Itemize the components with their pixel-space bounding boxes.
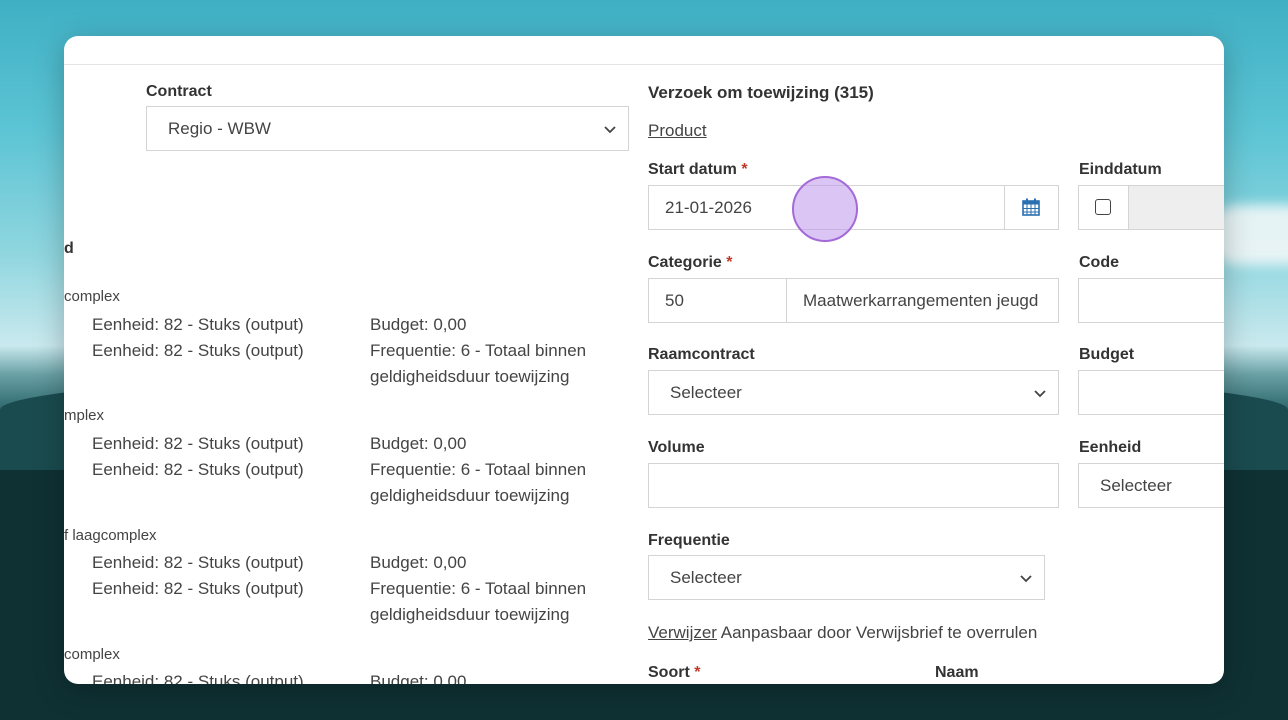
group-row-unit: Eenheid: 82 - Stuks (output): [92, 434, 304, 453]
group-row-detail-cont: geldigheidsduur toewijzing: [370, 367, 570, 386]
group-row-detail: Frequentie: 6 - Totaal binnen: [370, 341, 587, 360]
form-card: Contract Regio - WBW d complex Eenheid: …: [64, 36, 1224, 684]
group-row-unit: Eenheid: 82 - Stuks (output): [92, 315, 304, 334]
required-mark: *: [741, 161, 748, 178]
group-row-unit: Eenheid: 82 - Stuks (output): [92, 579, 304, 598]
group-row-unit: Eenheid: 82 - Stuks (output): [92, 460, 304, 479]
naam-label: Naam: [935, 664, 979, 681]
chevron-down-icon: [1034, 389, 1046, 397]
chevron-down-icon: [604, 125, 616, 133]
contract-label: Contract: [146, 83, 212, 100]
eenheid-label: Eenheid: [1079, 439, 1142, 456]
group-row-unit: Eenheid: 82 - Stuks (output): [92, 341, 304, 360]
raamcontract-select[interactable]: Selecteer: [648, 370, 1059, 415]
click-indicator: [792, 176, 858, 242]
card-divider: [64, 64, 1224, 65]
frequentie-select[interactable]: Selecteer: [648, 555, 1045, 600]
soort-label: Soort *: [648, 664, 701, 681]
frequentie-label: Frequentie: [648, 532, 730, 549]
checkbox-icon[interactable]: [1095, 199, 1111, 215]
group-row-detail: Budget: 0,00: [370, 315, 467, 334]
start-date-value: 21-01-2026: [665, 197, 752, 217]
end-date-group: [1078, 185, 1224, 230]
required-mark: *: [726, 254, 733, 271]
verwijzer-note: Aanpasbaar door Verwijsbrief te overrule…: [720, 623, 1038, 642]
code-input[interactable]: [1078, 278, 1224, 323]
budget-input[interactable]: [1078, 370, 1224, 415]
category-label: Categorie *: [648, 254, 733, 271]
budget-label: Budget: [1079, 346, 1135, 363]
end-date-label: Einddatum: [1079, 161, 1162, 178]
required-mark: *: [694, 664, 701, 681]
group-title: f laagcomplex: [64, 527, 157, 544]
group-row-detail-cont: geldigheidsduur toewijzing: [370, 486, 570, 505]
product-link[interactable]: Product: [648, 121, 707, 141]
chevron-down-icon: [1020, 574, 1032, 582]
group-row-detail: Budget: 0,00: [370, 672, 467, 684]
group-title: complex: [64, 646, 120, 663]
eenheid-select[interactable]: Selecteer: [1078, 463, 1224, 508]
category-name-value: Maatwerkarrangementen jeugd: [803, 290, 1039, 310]
end-date-toggle[interactable]: [1079, 186, 1129, 229]
group-row-detail: Budget: 0,00: [370, 553, 467, 572]
volume-label: Volume: [648, 439, 705, 456]
calendar-button[interactable]: [1004, 186, 1058, 229]
volume-input[interactable]: [648, 463, 1059, 508]
section-letter: d: [64, 240, 74, 257]
verwijzer-row: Verwijzer Aanpasbaar door Verwijsbrief t…: [648, 623, 1037, 643]
end-date-input: [1129, 186, 1224, 229]
group-row-detail: Frequentie: 6 - Totaal binnen: [370, 579, 587, 598]
raamcontract-select-value: Selecteer: [670, 382, 742, 402]
group-title: complex: [64, 288, 120, 305]
calendar-icon: [1022, 198, 1040, 216]
start-date-label: Start datum *: [648, 161, 748, 178]
group-row-unit: Eenheid: 82 - Stuks (output): [92, 672, 304, 684]
contract-select[interactable]: Regio - WBW: [146, 106, 629, 151]
contract-select-value: Regio - WBW: [168, 118, 271, 138]
group-row-detail: Budget: 0,00: [370, 434, 467, 453]
group-row-detail-cont: geldigheidsduur toewijzing: [370, 605, 570, 624]
raamcontract-label: Raamcontract: [648, 346, 755, 363]
group-row-detail: Frequentie: 6 - Totaal binnen: [370, 460, 587, 479]
code-label: Code: [1079, 254, 1119, 271]
frequentie-select-value: Selecteer: [670, 567, 742, 587]
verwijzer-link[interactable]: Verwijzer: [648, 623, 717, 642]
eenheid-select-value: Selecteer: [1100, 475, 1172, 495]
section-heading: Verzoek om toewijzing (315): [648, 83, 874, 102]
category-code-input[interactable]: 50: [648, 278, 787, 323]
group-title: mplex: [64, 407, 105, 424]
group-row-unit: Eenheid: 82 - Stuks (output): [92, 553, 304, 572]
category-code-value: 50: [665, 290, 684, 310]
category-name-input[interactable]: Maatwerkarrangementen jeugd: [786, 278, 1059, 323]
